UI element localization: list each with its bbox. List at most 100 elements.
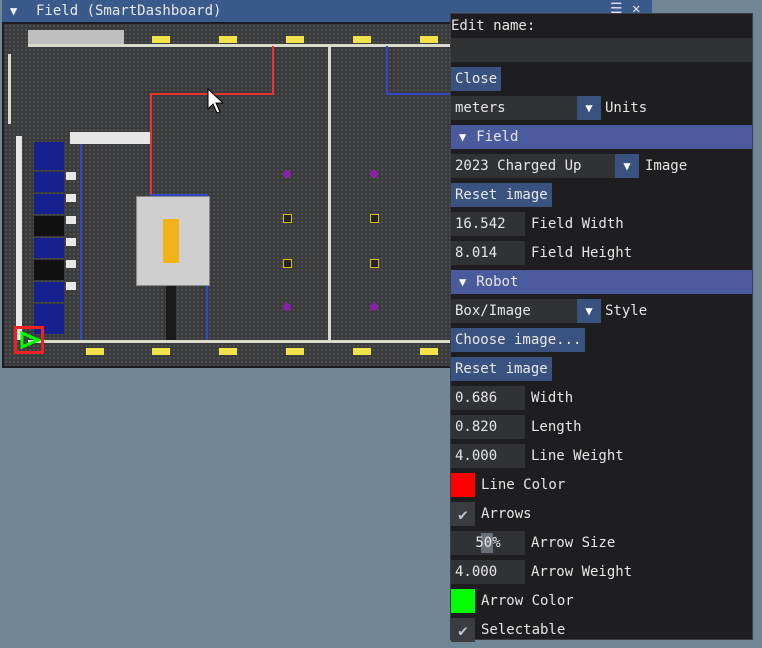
arrows-row: ✔ Arrows (451, 502, 532, 526)
grid-slot (34, 172, 64, 192)
image-select[interactable]: 2023 Charged Up ▼ (451, 154, 639, 178)
image-row: 2023 Charged Up ▼ Image (451, 154, 687, 178)
chevron-down-icon[interactable]: ▼ (577, 299, 601, 323)
field-marker (420, 348, 438, 355)
station-logo (163, 219, 179, 263)
length-input[interactable]: 0.820 (451, 415, 525, 439)
grid-node (66, 216, 76, 224)
width-label: Width (531, 390, 574, 406)
field-section-header[interactable]: ▼ Field (451, 125, 752, 149)
reset-image-field-button[interactable]: Reset image (451, 183, 552, 207)
arrow-size-value: 50% (475, 535, 501, 551)
arrow-color-swatch[interactable] (451, 589, 475, 613)
length-row: 0.820 Length (451, 415, 582, 439)
units-select[interactable]: meters ▼ (451, 96, 601, 120)
chevron-down-icon[interactable]: ▼ (615, 154, 639, 178)
cube-piece (283, 170, 291, 178)
close-button[interactable]: Close (451, 67, 502, 91)
triangle-down-icon[interactable]: ▼ (10, 4, 28, 18)
arrow-size-slider[interactable]: 50% (451, 531, 525, 555)
charging-station (136, 196, 210, 286)
edit-name-row: Edit name: (451, 14, 535, 38)
field-marker (420, 36, 438, 43)
field-marker (219, 348, 237, 355)
line-weight-row: 4.000 Line Weight (451, 444, 624, 468)
field-height-row: 8.014 Field Height (451, 241, 632, 265)
selectable-label: Selectable (481, 622, 566, 638)
field-marker (286, 36, 304, 43)
loading-station (8, 54, 37, 124)
width-row: 0.686 Width (451, 386, 573, 410)
line-weight-label: Line Weight (531, 448, 624, 464)
field-width-row: 16.542 Field Width (451, 212, 624, 236)
blue-zone-line (386, 46, 388, 94)
field-width-label: Field Width (531, 216, 624, 232)
arrow-weight-input[interactable]: 4.000 (451, 560, 525, 584)
blue-zone-line (80, 136, 82, 340)
selectable-checkbox[interactable]: ✔ (451, 618, 475, 642)
field-width-input[interactable]: 16.542 (451, 212, 525, 236)
arrow-color-label: Arrow Color (481, 593, 574, 609)
grid-node (66, 260, 76, 268)
choose-image-button[interactable]: Choose image... (451, 328, 586, 352)
line-color-row: Line Color (451, 473, 565, 497)
line-weight-input[interactable]: 4.000 (451, 444, 525, 468)
grid-node (66, 238, 76, 246)
edit-name-label: Edit name: (451, 18, 536, 34)
field-header-label: Field (476, 129, 519, 145)
units-row: meters ▼ Units (451, 96, 647, 120)
arrows-checkbox[interactable]: ✔ (451, 502, 475, 526)
grid-node (66, 172, 76, 180)
grid-node (66, 194, 76, 202)
image-value: 2023 Charged Up (451, 154, 615, 178)
field-marker (152, 36, 170, 43)
cube-piece (370, 303, 378, 311)
field-marker (353, 36, 371, 43)
checkmark-icon: ✔ (458, 504, 468, 524)
grid-slot (34, 194, 64, 214)
grid-slot (34, 216, 64, 236)
field-marker (86, 348, 104, 355)
reset-image-robot-button[interactable]: Reset image (451, 357, 552, 381)
field-marker (152, 348, 170, 355)
grid-slot (34, 142, 64, 170)
robot-header-label: Robot (476, 274, 519, 290)
chevron-down-icon[interactable]: ▼ (577, 96, 601, 120)
arrow-weight-row: 4.000 Arrow Weight (451, 560, 632, 584)
field-height-input[interactable]: 8.014 (451, 241, 525, 265)
robot-box[interactable] (14, 326, 44, 354)
line-color-swatch[interactable] (451, 473, 475, 497)
cone-piece (370, 214, 379, 223)
arrow-size-label: Arrow Size (531, 535, 616, 551)
line-color-label: Line Color (481, 477, 566, 493)
grid-node (66, 282, 76, 290)
grid-slot (34, 238, 64, 258)
triangle-down-icon: ▼ (459, 130, 467, 144)
arrow-size-row: 50% Arrow Size (451, 531, 615, 555)
name-input[interactable] (451, 38, 752, 62)
width-input[interactable]: 0.686 (451, 386, 525, 410)
loading-zone-top (28, 30, 124, 44)
edit-panel: Edit name: Close meters ▼ Units ▼ Field … (450, 13, 753, 642)
close-row: Close (451, 67, 502, 91)
cone-piece (370, 259, 379, 268)
units-value: meters (451, 96, 577, 120)
triangle-down-icon: ▼ (459, 275, 467, 289)
cube-piece (283, 303, 291, 311)
style-label: Style (605, 303, 648, 319)
cube-piece (370, 170, 378, 178)
robot-arrow-icon (20, 331, 41, 349)
station-ramp (166, 286, 176, 340)
community-line (150, 93, 152, 197)
robot-section-header[interactable]: ▼ Robot (451, 270, 752, 294)
style-select[interactable]: Box/Image ▼ (451, 299, 601, 323)
blue-zone-line (386, 93, 452, 95)
arrow-color-row: Arrow Color (451, 589, 574, 613)
style-value: Box/Image (451, 299, 577, 323)
arrows-label: Arrows (481, 506, 532, 522)
field-marker (219, 36, 237, 43)
grid-wall (16, 136, 22, 340)
window-title: Field (SmartDashboard) (36, 3, 222, 19)
field-marker (286, 348, 304, 355)
mouse-cursor-icon (207, 88, 225, 114)
